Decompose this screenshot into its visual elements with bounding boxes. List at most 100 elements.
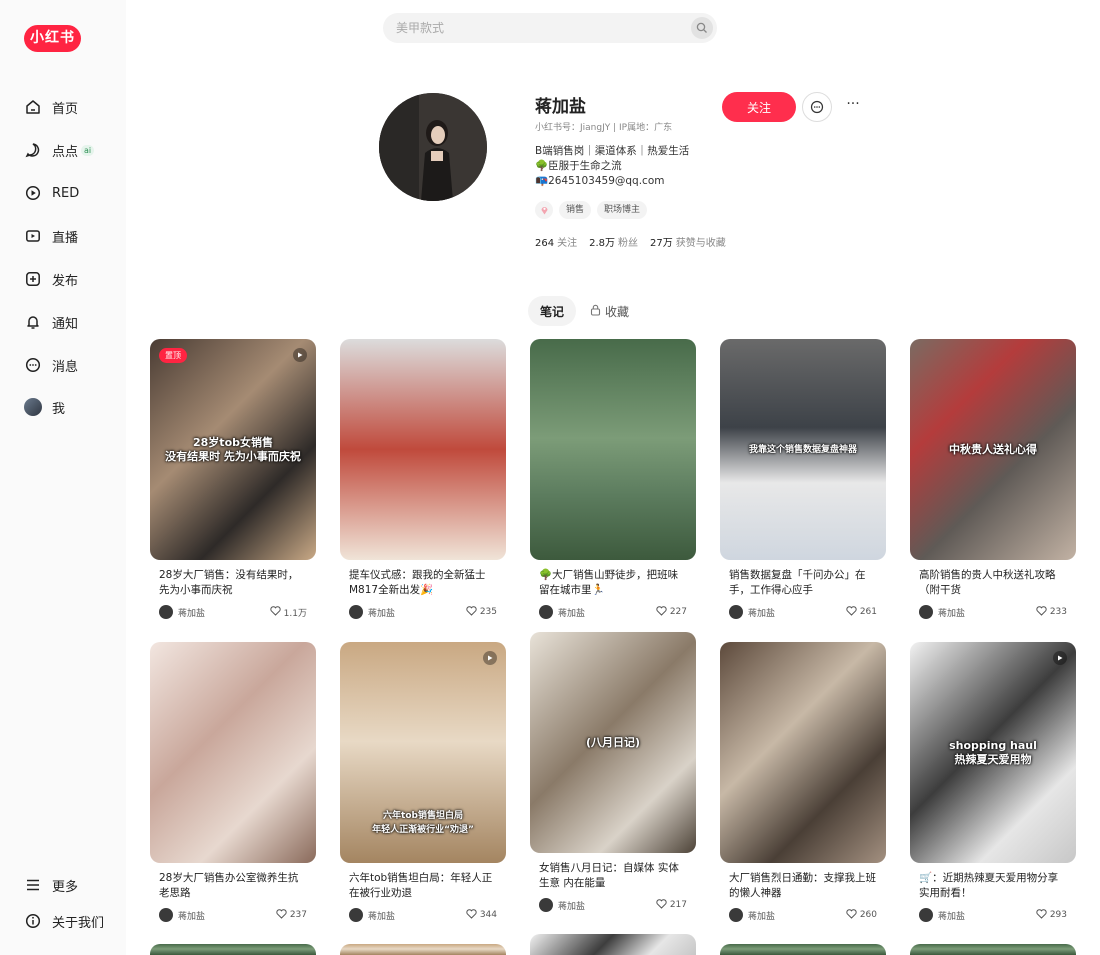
- sidebar-item-label: RED: [52, 185, 80, 201]
- message-button[interactable]: [802, 92, 832, 122]
- sidebar-item-label: 发布: [52, 273, 79, 289]
- like-button[interactable]: 261: [846, 605, 877, 619]
- profile-tags: 销售 职场博主: [535, 201, 648, 219]
- note-cover[interactable]: [720, 642, 886, 863]
- note-cover[interactable]: 六年tob销售坦白局 年轻人正渐被行业“劝退”: [340, 642, 506, 863]
- author-avatar: [159, 605, 173, 619]
- note-card[interactable]: 28岁大厂销售办公室微养生抗老思路 蒋加盐 237: [150, 642, 316, 923]
- note-author[interactable]: 蒋加盐: [729, 908, 775, 922]
- note-card[interactable]: 大厂销售烈日通勤：支撑我上班的懒人神器 蒋加盐 260: [720, 642, 886, 923]
- note-author[interactable]: 蒋加盐: [919, 908, 965, 922]
- note-footer: 蒋加盐 237: [150, 907, 316, 923]
- note-author[interactable]: 蒋加盐: [729, 605, 775, 619]
- note-title[interactable]: 🛒：近期热辣夏天爱用物分享 实用耐看！: [910, 871, 1076, 901]
- tab-notes[interactable]: 笔记: [528, 296, 576, 326]
- note-cover[interactable]: 中秋贵人送礼心得: [910, 339, 1076, 560]
- note-author[interactable]: 蒋加盐: [159, 605, 205, 619]
- note-card[interactable]: 提车仪式感：跟我的全新猛士M817全新出发🎉 蒋加盐 235: [340, 339, 506, 620]
- cover-text: shopping haul 热辣夏天爱用物: [949, 738, 1037, 766]
- like-button[interactable]: 235: [466, 605, 497, 619]
- note-card-partial[interactable]: [720, 944, 886, 955]
- note-card-partial[interactable]: [910, 944, 1076, 955]
- stat-following[interactable]: 264 关注: [535, 234, 577, 249]
- ai-badge: ai: [81, 144, 95, 156]
- like-button[interactable]: 260: [846, 908, 877, 922]
- sidebar-item-home[interactable]: 首页: [24, 94, 78, 120]
- note-title[interactable]: 28岁大厂销售：没有结果时，先为小事而庆祝: [150, 568, 316, 598]
- like-button[interactable]: 227: [656, 605, 687, 619]
- sidebar-item-more[interactable]: 更多: [24, 872, 78, 898]
- like-button[interactable]: 344: [466, 908, 497, 922]
- follow-button[interactable]: 关注: [722, 92, 796, 122]
- note-cover[interactable]: 我靠这个销售数据复盘神器: [720, 339, 886, 560]
- like-button[interactable]: 1.1万: [270, 605, 307, 619]
- author-avatar: [349, 908, 363, 922]
- note-cover[interactable]: [150, 642, 316, 863]
- search-input[interactable]: [383, 13, 673, 43]
- sidebar-item-live[interactable]: 直播: [24, 223, 78, 249]
- like-button[interactable]: 237: [276, 908, 307, 922]
- note-card[interactable]: shopping haul 热辣夏天爱用物 🛒：近期热辣夏天爱用物分享 实用耐看…: [910, 642, 1076, 923]
- note-author[interactable]: 蒋加盐: [349, 605, 395, 619]
- note-footer: 蒋加盐 217: [530, 897, 696, 913]
- sidebar-item-diandian[interactable]: 点点 ai: [24, 137, 95, 163]
- sidebar-item-me[interactable]: 我: [24, 394, 65, 420]
- sidebar-item-about[interactable]: 关于我们: [24, 908, 104, 934]
- note-title[interactable]: 六年tob销售坦白局：年轻人正在被行业劝退: [340, 871, 506, 901]
- cover-text: 六年tob销售坦白局 年轻人正渐被行业“劝退”: [372, 811, 474, 836]
- note-author[interactable]: 蒋加盐: [919, 605, 965, 619]
- video-icon: [483, 651, 497, 665]
- note-author[interactable]: 蒋加盐: [349, 908, 395, 922]
- profile-avatar[interactable]: [379, 93, 487, 201]
- like-button[interactable]: 233: [1036, 605, 1067, 619]
- sidebar-item-notify[interactable]: 通知: [24, 309, 78, 335]
- note-card-partial[interactable]: [530, 934, 696, 955]
- sidebar-item-red[interactable]: RED: [24, 180, 79, 206]
- note-title[interactable]: 大厂销售烈日通勤：支撑我上班的懒人神器: [720, 871, 886, 901]
- sidebar-item-publish[interactable]: 发布: [24, 266, 78, 292]
- note-title[interactable]: 销售数据复盘「千问办公」在手，工作得心应手: [720, 568, 886, 598]
- note-cover[interactable]: [340, 339, 506, 560]
- note-card-partial[interactable]: [150, 944, 316, 955]
- search-icon[interactable]: [691, 17, 713, 39]
- note-cover[interactable]: shopping haul 热辣夏天爱用物: [910, 642, 1076, 863]
- note-cover[interactable]: [530, 339, 696, 560]
- heart-icon: [466, 908, 477, 922]
- logo[interactable]: 小红书: [24, 25, 81, 52]
- note-card[interactable]: 置顶 28岁tob女销售 没有结果时 先为小事而庆祝 28岁大厂销售：没有结果时…: [150, 339, 316, 620]
- stat-likes: 27万 获赞与收藏: [650, 238, 726, 249]
- heart-icon: [276, 908, 287, 922]
- like-button[interactable]: 293: [1036, 908, 1067, 922]
- message-icon: [24, 356, 42, 374]
- more-options-icon[interactable]: ···: [843, 97, 863, 115]
- heart-icon: [270, 605, 281, 619]
- tab-favorites[interactable]: 收藏: [590, 296, 629, 326]
- cover-text: 中秋贵人送礼心得: [949, 442, 1037, 456]
- note-title[interactable]: 高阶销售的贵人中秋送礼攻略（附干货: [910, 568, 1076, 598]
- note-author[interactable]: 蒋加盐: [159, 908, 205, 922]
- heart-icon: [656, 898, 667, 912]
- note-author[interactable]: 蒋加盐: [539, 605, 585, 619]
- note-card[interactable]: (八月日记) 女销售八月日记：自媒体 实体生意 内在能量 蒋加盐 217: [530, 632, 696, 913]
- note-card-partial[interactable]: [340, 944, 506, 955]
- author-avatar: [159, 908, 173, 922]
- note-cover[interactable]: 置顶 28岁tob女销售 没有结果时 先为小事而庆祝: [150, 339, 316, 560]
- sidebar-item-messages[interactable]: 消息: [24, 352, 78, 378]
- note-cover[interactable]: (八月日记): [530, 632, 696, 853]
- note-card[interactable]: 六年tob销售坦白局 年轻人正渐被行业“劝退” 六年tob销售坦白局：年轻人正在…: [340, 642, 506, 923]
- note-author[interactable]: 蒋加盐: [539, 898, 585, 912]
- sidebar-item-label: 通知: [52, 316, 79, 332]
- note-card[interactable]: 我靠这个销售数据复盘神器 销售数据复盘「千问办公」在手，工作得心应手 蒋加盐 2…: [720, 339, 886, 620]
- stat-followers[interactable]: 2.8万 粉丝: [589, 234, 638, 249]
- note-card[interactable]: 中秋贵人送礼心得 高阶销售的贵人中秋送礼攻略（附干货 蒋加盐 233: [910, 339, 1076, 620]
- profile-stats: 264 关注 2.8万 粉丝 27万 获赞与收藏: [535, 234, 726, 249]
- author-avatar: [729, 605, 743, 619]
- search-bar: [383, 13, 717, 43]
- note-card[interactable]: 🌳大厂销售山野徒步，把班味留在城市里🏃 蒋加盐 227: [530, 339, 696, 620]
- note-title[interactable]: 🌳大厂销售山野徒步，把班味留在城市里🏃: [530, 568, 696, 598]
- sidebar-item-label: 首页: [52, 101, 79, 117]
- note-title[interactable]: 28岁大厂销售办公室微养生抗老思路: [150, 871, 316, 901]
- note-title[interactable]: 女销售八月日记：自媒体 实体生意 内在能量: [530, 861, 696, 891]
- like-button[interactable]: 217: [656, 898, 687, 912]
- note-title[interactable]: 提车仪式感：跟我的全新猛士M817全新出发🎉: [340, 568, 506, 598]
